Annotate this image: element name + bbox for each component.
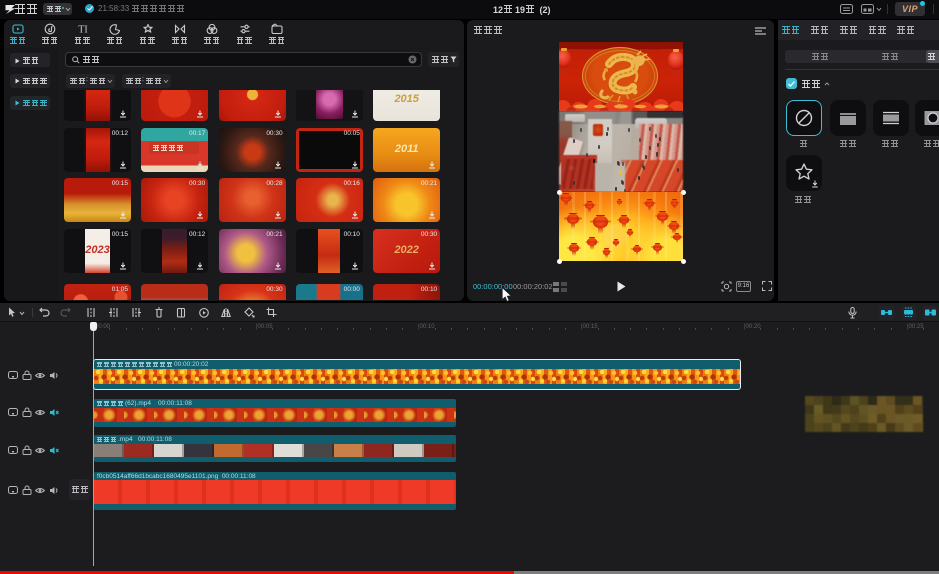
svg-text:TI: TI [78,25,87,36]
